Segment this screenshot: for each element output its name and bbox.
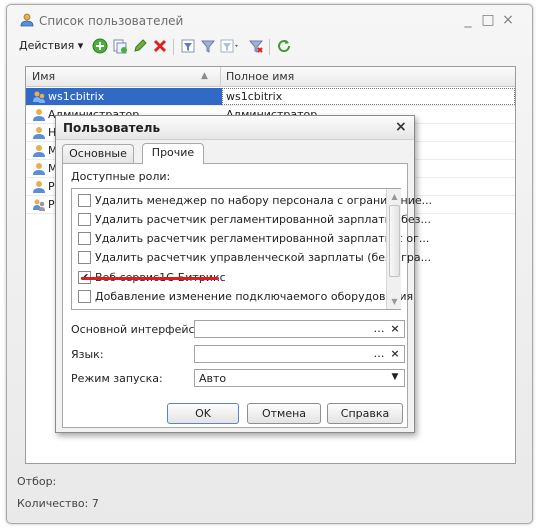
close-window-button[interactable]: ×: [499, 11, 517, 29]
scroll-thumb[interactable]: [389, 205, 400, 277]
list-item[interactable]: Удалить расчетчик регламентированной зар…: [75, 210, 431, 229]
user-full-name-cell: ws1cbitrix: [226, 90, 283, 103]
ellipsis-icon[interactable]: …: [372, 322, 386, 336]
checkbox[interactable]: [78, 194, 91, 207]
clear-filter-icon[interactable]: [247, 38, 265, 56]
user-icon: [33, 127, 45, 139]
add-icon[interactable]: [91, 38, 109, 56]
scroll-up-icon[interactable]: ▲: [387, 189, 402, 204]
launch-mode-value: Авто: [199, 372, 227, 385]
toolbar-separator: [269, 39, 270, 55]
filter-list-icon[interactable]: [199, 38, 217, 56]
role-label: Удалить расчетчик регламентированной зар…: [95, 213, 431, 226]
toolbar-separator: [173, 39, 174, 55]
checkbox[interactable]: [78, 290, 91, 303]
roles-label: Доступные роли:: [71, 170, 171, 183]
sort-ascending-icon: ▲: [201, 71, 208, 81]
user-icon: [33, 181, 45, 193]
delete-icon[interactable]: [151, 38, 169, 56]
toolbar: Действия ▾: [13, 35, 528, 59]
filter-icon[interactable]: [179, 38, 197, 56]
help-button[interactable]: Справка: [327, 403, 403, 424]
highlight-underline: [81, 277, 219, 280]
count-label: Количество: 7: [17, 497, 99, 510]
window-title: Список пользователей: [39, 14, 184, 28]
scroll-down-icon[interactable]: ▼: [387, 294, 402, 309]
list-item[interactable]: Удалить менеджер по набору персонала с о…: [75, 191, 432, 210]
role-label: Удалить менеджер по набору персонала с о…: [95, 194, 433, 207]
tab-main[interactable]: Основные: [62, 144, 134, 164]
clear-icon[interactable]: ×: [388, 347, 402, 361]
user-icon: [20, 13, 34, 27]
main-interface-field[interactable]: … ×: [194, 320, 405, 338]
user-dialog: Пользователь × Основные Прочие Доступные…: [55, 115, 432, 433]
list-item[interactable]: Добавление изменение подключаемого обору…: [75, 287, 413, 306]
checkbox[interactable]: [78, 251, 91, 264]
clear-icon[interactable]: ×: [388, 322, 402, 336]
window-titlebar: Список пользователей _ □ ×: [7, 5, 532, 35]
role-label: Удалить расчетчик управленческой зарплат…: [95, 251, 432, 264]
tab-other[interactable]: Прочие: [142, 143, 204, 164]
checkbox[interactable]: [78, 232, 91, 245]
column-header-name[interactable]: Имя: [32, 70, 55, 83]
user-name-cell: Р: [48, 180, 55, 193]
edit-icon[interactable]: [131, 38, 149, 56]
launch-mode-label: Режим запуска:: [71, 372, 163, 385]
dialog-title: Пользователь: [63, 121, 161, 135]
user-name-cell: Р: [48, 198, 55, 211]
user-group-icon: [33, 91, 45, 103]
user-name-cell: ws1cbitrix: [48, 90, 105, 103]
dialog-titlebar: Пользователь ×: [56, 116, 414, 140]
minimize-button[interactable]: _: [459, 11, 477, 29]
tab-panel: Доступные роли: Удалить менеджер по набо…: [62, 163, 432, 428]
language-field[interactable]: … ×: [194, 345, 405, 363]
launch-mode-select[interactable]: Авто ▼: [194, 369, 405, 387]
close-icon[interactable]: ×: [395, 119, 407, 135]
copy-icon[interactable]: [111, 38, 129, 56]
list-item[interactable]: Удалить расчетчик регламентированной зар…: [75, 229, 429, 248]
table-row[interactable]: ws1cbitrix ws1cbitrix: [26, 88, 515, 106]
column-divider[interactable]: [220, 67, 221, 87]
checkbox[interactable]: [78, 213, 91, 226]
main-interface-label: Основной интерфейс:: [71, 323, 199, 336]
cancel-button[interactable]: Отмена: [247, 403, 321, 424]
ok-button[interactable]: OK: [167, 403, 239, 424]
user-group-icon: [33, 199, 45, 211]
filter-label: Отбор:: [17, 475, 57, 488]
actions-menu[interactable]: Действия ▾: [19, 39, 83, 52]
column-header-full-name[interactable]: Полное имя: [226, 70, 294, 83]
chevron-down-icon[interactable]: ▼: [388, 371, 402, 385]
user-icon: [33, 145, 45, 157]
role-label: Удалить расчетчик регламентированной зар…: [95, 232, 430, 245]
roles-list: Удалить менеджер по набору персонала с о…: [71, 188, 432, 310]
ellipsis-icon[interactable]: …: [372, 347, 386, 361]
table-header: Имя ▲ Полное имя: [26, 67, 515, 87]
filter-dropdown-icon[interactable]: [219, 38, 238, 56]
language-label: Язык:: [71, 348, 104, 361]
roles-scrollbar[interactable]: ▲ ▼: [386, 189, 401, 309]
refresh-icon[interactable]: [275, 38, 293, 56]
user-icon: [33, 163, 45, 175]
role-label: Добавление изменение подключаемого обору…: [95, 290, 414, 303]
list-item[interactable]: Удалить расчетчик управленческой зарплат…: [75, 248, 431, 267]
maximize-button[interactable]: □: [479, 11, 497, 29]
user-icon: [33, 109, 45, 121]
